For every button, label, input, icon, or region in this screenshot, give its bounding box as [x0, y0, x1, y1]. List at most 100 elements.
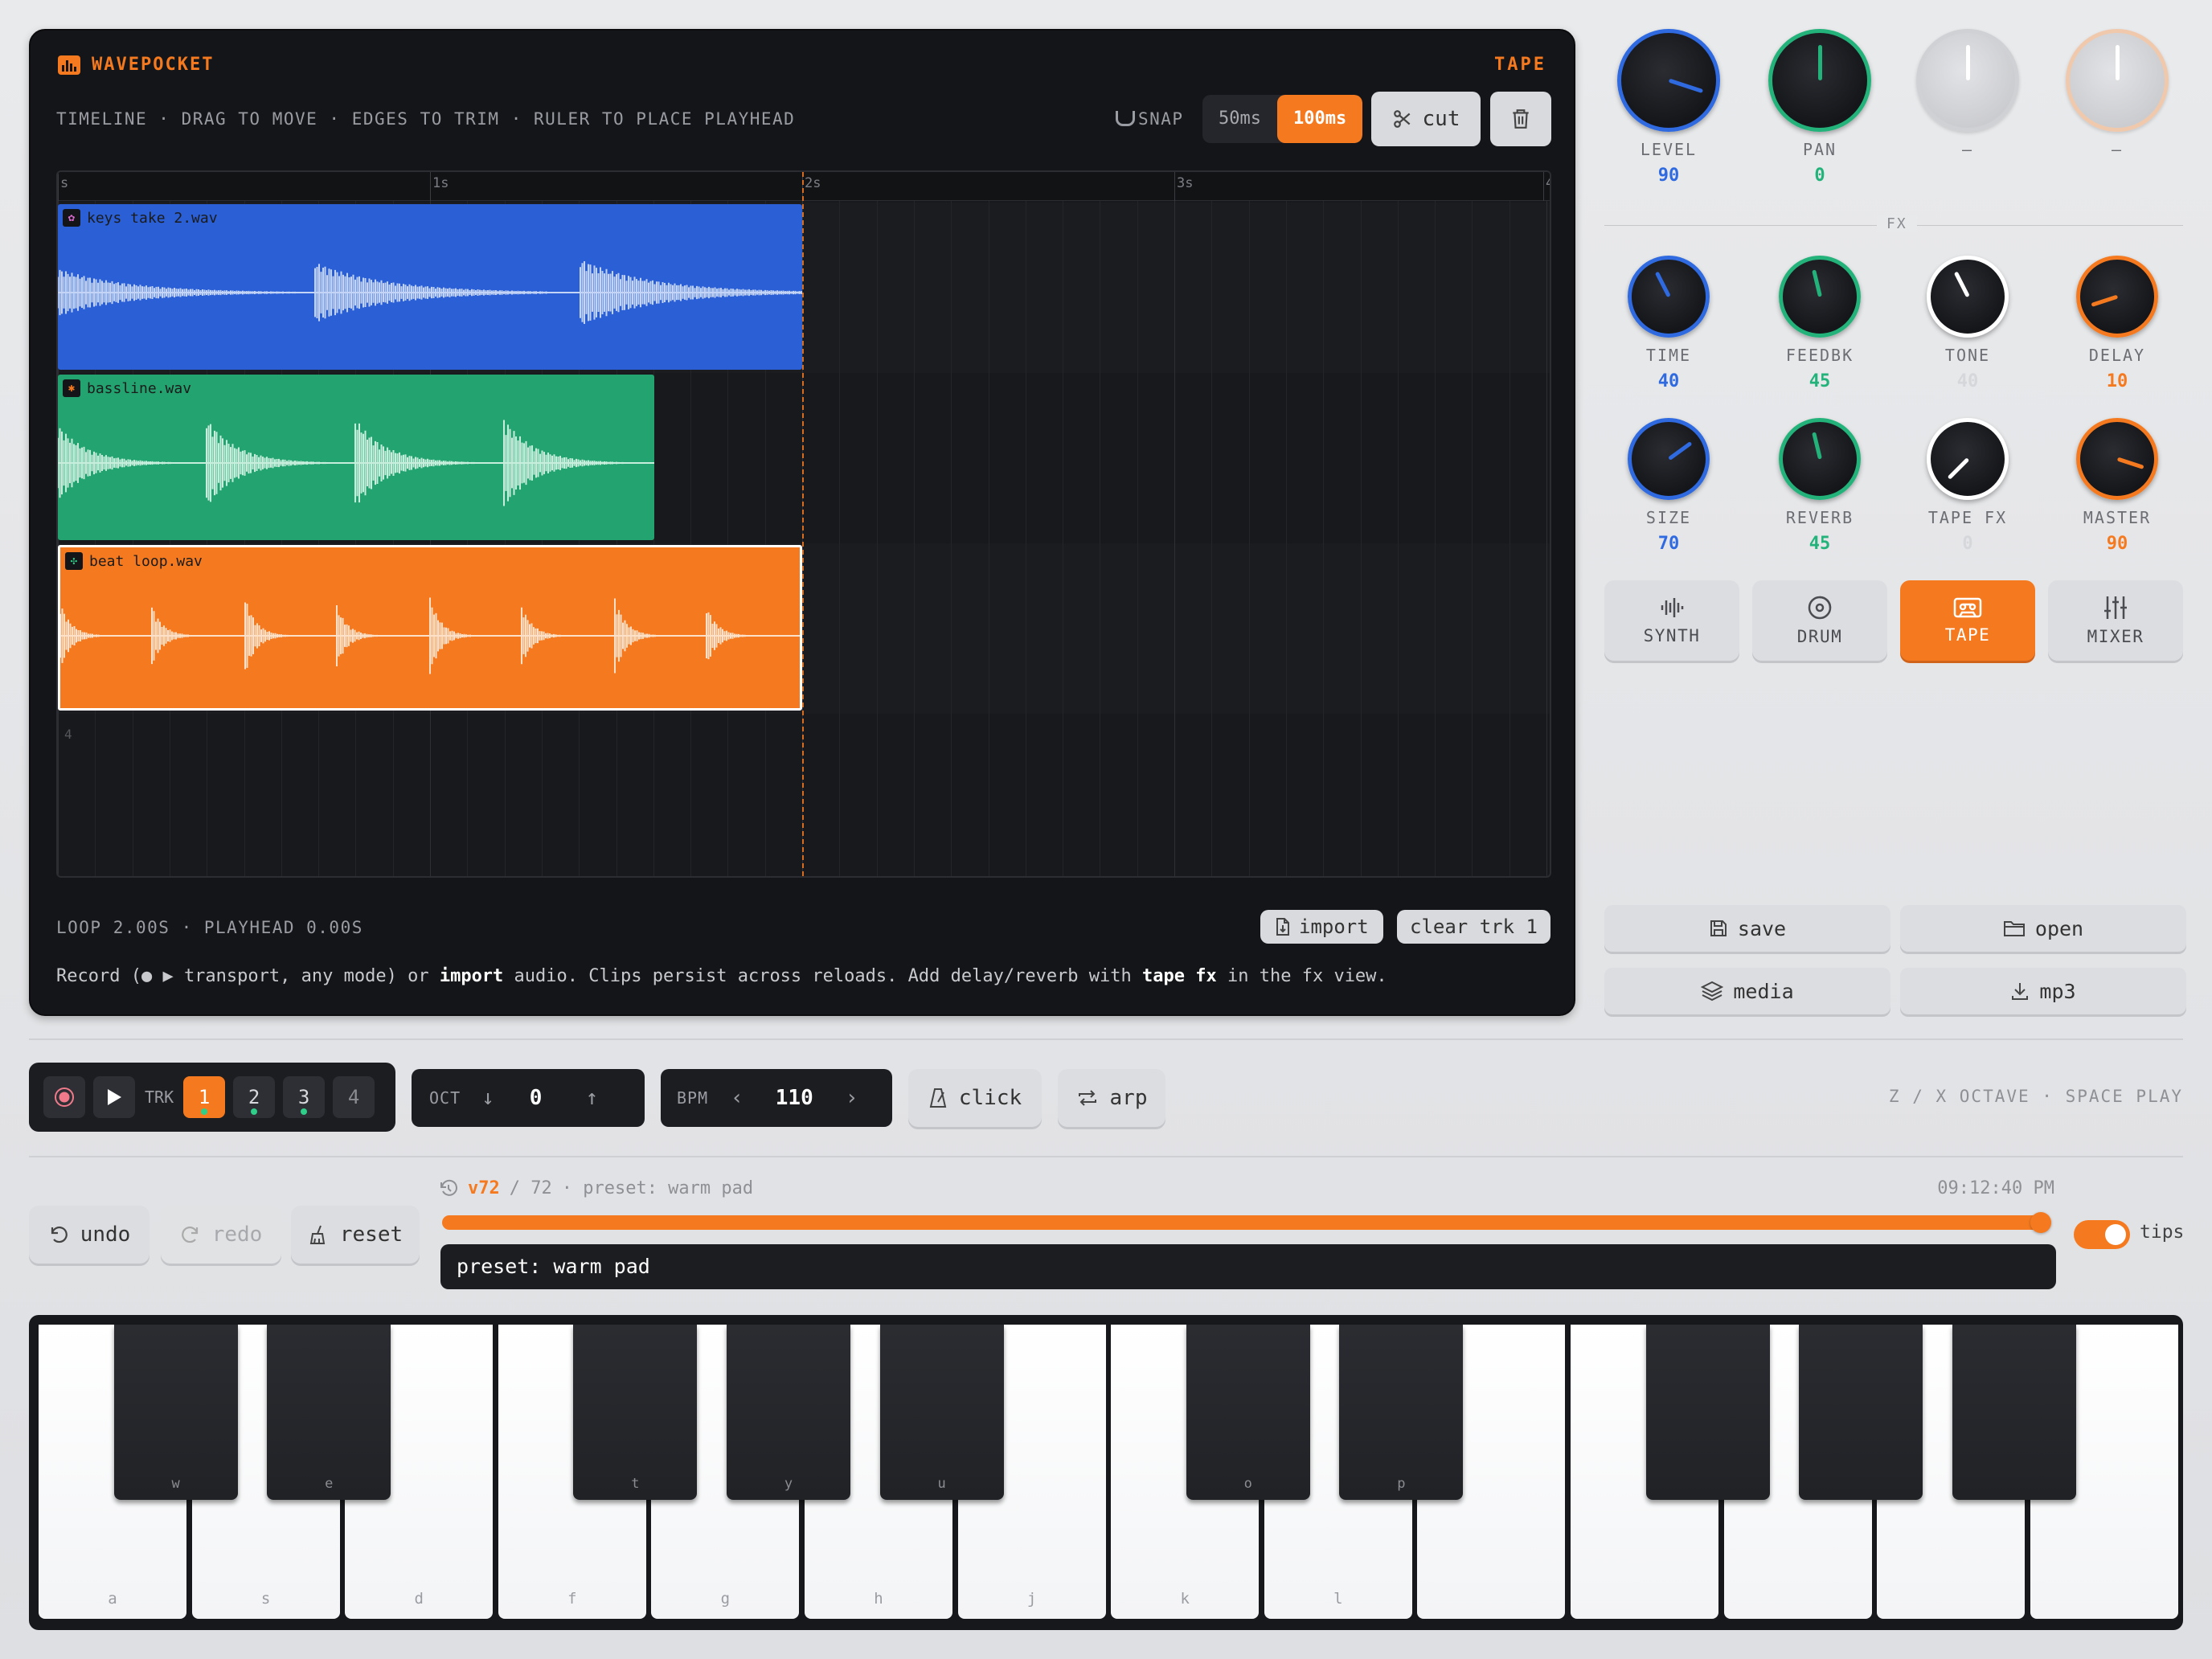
redo-label: redo [211, 1223, 263, 1247]
snap-50ms[interactable]: 50ms [1202, 95, 1277, 143]
mp3-label: mp3 [2039, 979, 2076, 1003]
history-slider[interactable] [442, 1215, 2050, 1230]
snap-label: SNAP [1116, 109, 1184, 129]
piano-black-key[interactable] [1799, 1325, 1923, 1500]
mode-mixer-button[interactable]: MIXER [2048, 580, 2183, 661]
piano-black-key[interactable]: w [113, 1325, 238, 1500]
undo-button[interactable]: undo [29, 1206, 150, 1264]
knob-dial[interactable] [1628, 256, 1710, 338]
knob-dial[interactable] [1768, 29, 1871, 132]
playhead[interactable] [802, 172, 804, 876]
loop-status: LOOP 2.00S · PLAYHEAD 0.00S [56, 918, 363, 937]
open-button[interactable]: open [1900, 905, 2186, 952]
clear-track-button[interactable]: clear trk 1 [1397, 910, 1550, 944]
knob-dial[interactable] [1617, 29, 1720, 132]
piano-black-key[interactable]: p [1339, 1325, 1464, 1500]
mode-synth-button[interactable]: SYNTH [1604, 580, 1739, 661]
piano-black-key[interactable]: u [879, 1325, 1004, 1500]
track-number: 4 [347, 1086, 360, 1108]
file-import-icon [1276, 918, 1289, 936]
media-button[interactable]: media [1604, 968, 1890, 1014]
knob-dial[interactable] [1779, 256, 1861, 338]
cut-button[interactable]: cut [1371, 92, 1481, 146]
metronome-icon [929, 1088, 947, 1108]
piano-keyboard: a s d f g h j k l w e t y u o p [29, 1315, 2183, 1630]
record-button[interactable] [43, 1076, 85, 1118]
mode-label-text: SYNTH [1643, 626, 1701, 645]
sliders-icon [2104, 596, 2127, 619]
piano-black-key[interactable]: e [267, 1325, 391, 1500]
click-button[interactable]: click [908, 1069, 1042, 1127]
grid-line [1211, 201, 1213, 876]
knob-label: TAPE FX [1927, 508, 2008, 527]
snap-options: 50ms 100ms [1202, 95, 1363, 143]
grid-line [1323, 201, 1325, 876]
trash-icon [1513, 109, 1529, 129]
key-shortcut-label: e [325, 1476, 334, 1492]
octave-down-icon[interactable]: ↓ [481, 1086, 494, 1110]
save-button[interactable]: save [1604, 905, 1890, 952]
play-button[interactable] [93, 1076, 135, 1118]
mp3-download-button[interactable]: mp3 [1900, 968, 2186, 1014]
knob-dial[interactable] [1779, 418, 1861, 500]
track-1-button[interactable]: 1 [183, 1076, 226, 1118]
knob-dial[interactable] [1927, 256, 2009, 338]
download-icon [2012, 983, 2029, 1000]
knob-indicator [1654, 271, 1671, 298]
tips-toggle[interactable] [2074, 1220, 2130, 1249]
knob-size: SIZE 70 [1596, 418, 1741, 554]
piano-black-key[interactable] [1952, 1325, 2076, 1500]
clip-waveform [58, 261, 802, 324]
octave-label: OCT [429, 1088, 461, 1108]
knob-tape-fx: TAPE FX 0 [1895, 418, 2040, 554]
knob-indicator [2116, 457, 2144, 469]
mode-drum-button[interactable]: DRUM [1752, 580, 1887, 661]
piano-black-key[interactable]: o [1186, 1325, 1310, 1500]
piano-black-key[interactable] [1645, 1325, 1770, 1500]
delete-button[interactable] [1490, 92, 1551, 146]
octave-value: 0 [529, 1086, 543, 1110]
clip-keys[interactable]: ✿ keys take 2.wav [58, 204, 802, 370]
track-active-dot [201, 1108, 208, 1115]
grid-line [1137, 201, 1138, 876]
bpm-increase-icon[interactable]: › [846, 1086, 858, 1110]
scissors-icon [1393, 110, 1410, 128]
fx-label: FX [1877, 215, 1917, 232]
knob-dial[interactable] [1916, 29, 2019, 132]
redo-button[interactable]: redo [161, 1206, 281, 1264]
import-label: import [1299, 916, 1369, 938]
key-shortcut-label: o [1243, 1476, 1252, 1492]
import-button[interactable]: import [1260, 910, 1383, 944]
knob-indicator [1811, 269, 1822, 297]
snap-100ms[interactable]: 100ms [1276, 95, 1363, 143]
octave-up-icon[interactable]: ↑ [585, 1086, 598, 1110]
clip-beat-loop[interactable]: ✣ beat loop.wav [58, 545, 802, 711]
knob-dial[interactable] [1628, 418, 1710, 500]
mode-tape-button[interactable]: TAPE [1900, 580, 2035, 661]
key-shortcut-label: k [1180, 1590, 1190, 1608]
knob-dial[interactable] [1927, 418, 2009, 500]
track-3-button[interactable]: 3 [283, 1076, 326, 1118]
reset-button[interactable]: reset [291, 1206, 420, 1264]
history-slider-thumb[interactable] [2030, 1212, 2051, 1233]
clip-waveform [58, 420, 654, 506]
play-icon [108, 1089, 121, 1105]
knob-dial[interactable] [2066, 29, 2169, 132]
clip-bassline[interactable]: ✱ bassline.wav [58, 375, 654, 540]
history-entry-field[interactable]: preset: warm pad [440, 1244, 2056, 1289]
arp-button[interactable]: arp [1058, 1069, 1165, 1127]
knob-value: 0 [1814, 166, 1825, 186]
track-4-button[interactable]: 4 [333, 1076, 375, 1118]
media-label: media [1733, 979, 1794, 1003]
timeline-ruler[interactable]: s 1s 2s 3s 4 [58, 172, 1550, 201]
bpm-decrease-icon[interactable]: ‹ [731, 1086, 743, 1110]
pixel-icon: ✿ [63, 209, 80, 227]
track-2-button[interactable]: 2 [233, 1076, 276, 1118]
piano-black-key[interactable]: y [727, 1325, 850, 1500]
knob-dial[interactable] [2076, 418, 2158, 500]
open-label: open [2034, 916, 2084, 940]
piano-black-key[interactable]: t [573, 1325, 698, 1500]
knob-dial[interactable] [2076, 256, 2158, 338]
timeline[interactable]: s 1s 2s 3s 4 4 ✿ keys take 2.wav ✱ bassl… [56, 170, 1551, 878]
track-active-dot [251, 1108, 258, 1115]
